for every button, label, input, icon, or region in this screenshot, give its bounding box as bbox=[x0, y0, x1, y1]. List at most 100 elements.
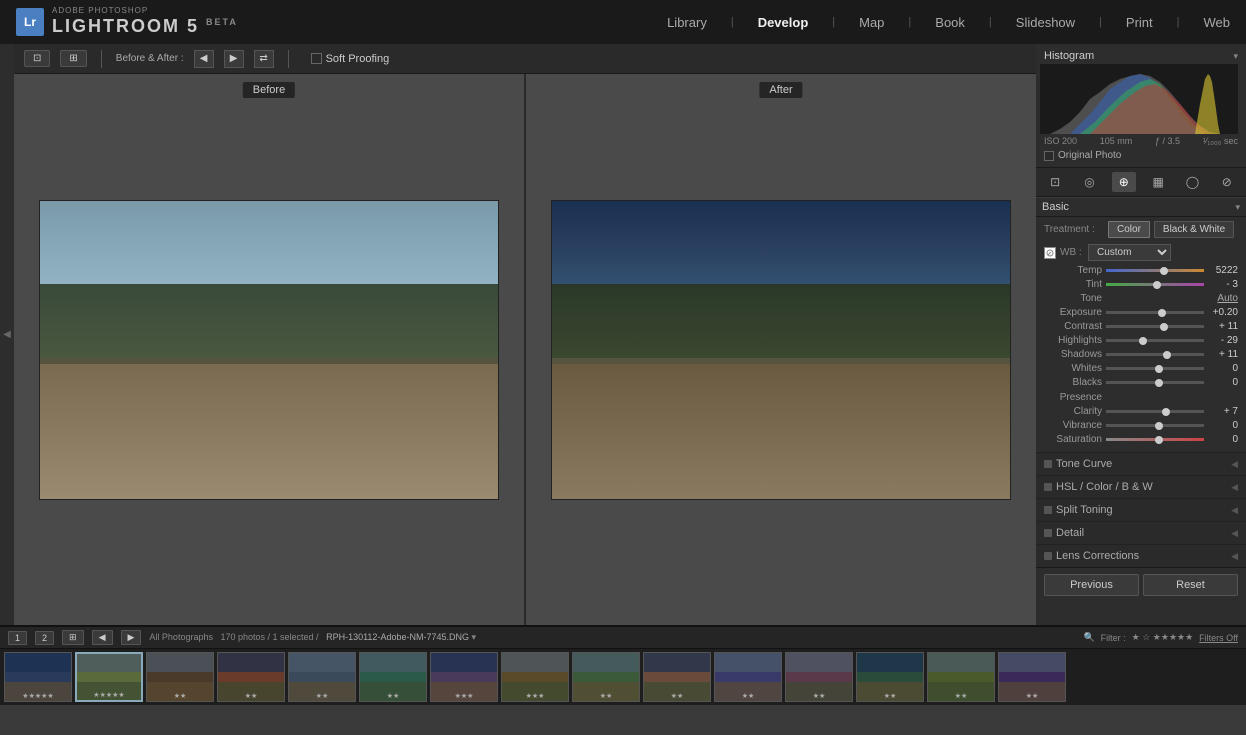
left-panel[interactable]: ◀ bbox=[0, 44, 14, 625]
filmstrip-view2-btn[interactable]: 2 bbox=[35, 631, 54, 645]
saturation-slider[interactable] bbox=[1106, 438, 1204, 441]
clarity-thumb[interactable] bbox=[1162, 408, 1170, 416]
filters-off[interactable]: Filters Off bbox=[1199, 633, 1238, 643]
highlights-slider[interactable] bbox=[1106, 339, 1204, 342]
filmstrip-thumb-3[interactable]: ★★ bbox=[217, 652, 285, 702]
filmstrip-thumb-10[interactable]: ★★ bbox=[714, 652, 782, 702]
color-btn[interactable]: Color bbox=[1108, 221, 1150, 238]
radial-filter-tool[interactable]: ◯ bbox=[1180, 172, 1204, 192]
blacks-thumb[interactable] bbox=[1155, 379, 1163, 387]
filmstrip-thumb-9[interactable]: ★★ bbox=[643, 652, 711, 702]
highlights-thumb[interactable] bbox=[1139, 337, 1147, 345]
filmstrip-thumb-12[interactable]: ★★ bbox=[856, 652, 924, 702]
bw-btn[interactable]: Black & White bbox=[1154, 221, 1234, 238]
wb-dropdown[interactable]: Custom Auto As Shot Daylight Cloudy Shad… bbox=[1088, 244, 1171, 261]
tint-thumb[interactable] bbox=[1153, 281, 1161, 289]
filename-dropdown[interactable]: ▾ bbox=[472, 632, 477, 642]
lens-corrections-section[interactable]: Lens Corrections ◀ bbox=[1036, 544, 1246, 567]
previous-btn[interactable]: Previous bbox=[1044, 574, 1139, 596]
filmstrip-thumb-1[interactable]: ★★★★★ bbox=[75, 652, 143, 702]
detail-toggle[interactable] bbox=[1044, 529, 1052, 537]
adjustment-brush-tool[interactable]: ⊘ bbox=[1215, 172, 1239, 192]
vibrance-thumb[interactable] bbox=[1155, 422, 1163, 430]
filmstrip-thumb-5[interactable]: ★★ bbox=[359, 652, 427, 702]
hsl-section[interactable]: HSL / Color / B & W ◀ bbox=[1036, 475, 1246, 498]
tone-curve-toggle[interactable] bbox=[1044, 460, 1052, 468]
reset-btn[interactable]: Reset bbox=[1143, 574, 1238, 596]
nav-develop[interactable]: Develop bbox=[758, 11, 809, 34]
crop-tool[interactable]: ⊡ bbox=[1043, 172, 1067, 192]
detail-section[interactable]: Detail ◀ bbox=[1036, 521, 1246, 544]
hsl-arrow: ◀ bbox=[1231, 482, 1238, 493]
all-photographs-label[interactable]: All Photographs bbox=[149, 632, 213, 642]
nav-map[interactable]: Map bbox=[859, 11, 884, 34]
thumb-stars-1: ★★★★★ bbox=[77, 691, 141, 699]
whites-slider[interactable] bbox=[1106, 367, 1204, 370]
hsl-toggle[interactable] bbox=[1044, 483, 1052, 491]
highlights-value: - 29 bbox=[1208, 335, 1238, 346]
soft-proofing-checkbox[interactable] bbox=[311, 53, 322, 64]
filmstrip-thumb-14[interactable]: ★★ bbox=[998, 652, 1066, 702]
nav-web[interactable]: Web bbox=[1204, 11, 1231, 34]
before-after-right-btn[interactable]: ▶ bbox=[224, 50, 244, 68]
vibrance-slider[interactable] bbox=[1106, 424, 1204, 427]
contrast-thumb[interactable] bbox=[1160, 323, 1168, 331]
histogram-collapse-arrow[interactable]: ▾ bbox=[1233, 51, 1238, 62]
histogram-info: ISO 200 105 mm ƒ / 3.5 ¹⁄₁₀₀₀ sec bbox=[1040, 134, 1242, 148]
temp-thumb[interactable] bbox=[1160, 267, 1168, 275]
nav-library[interactable]: Library bbox=[667, 11, 707, 34]
original-photo-checkbox[interactable] bbox=[1044, 151, 1054, 161]
shadows-thumb[interactable] bbox=[1163, 351, 1171, 359]
view-single-btn[interactable]: ⊡ bbox=[24, 50, 50, 67]
filmstrip-view1-btn[interactable]: 1 bbox=[8, 631, 27, 645]
view-grid-btn[interactable]: ⊞ bbox=[60, 50, 86, 67]
saturation-thumb[interactable] bbox=[1155, 436, 1163, 444]
filmstrip-thumb-8[interactable]: ★★ bbox=[572, 652, 640, 702]
filmstrip-prev-btn[interactable]: ◀ bbox=[92, 630, 113, 645]
presence-header-row: Presence bbox=[1044, 392, 1238, 403]
graduated-filter-tool[interactable]: ▦ bbox=[1146, 172, 1170, 192]
basic-section-header[interactable]: Basic ▾ bbox=[1036, 197, 1246, 217]
thumb-stars-5: ★★ bbox=[360, 692, 426, 700]
filmstrip-thumb-6[interactable]: ★★★ bbox=[430, 652, 498, 702]
tint-slider[interactable] bbox=[1106, 283, 1204, 286]
filmstrip-grid-btn[interactable]: ⊞ bbox=[62, 630, 84, 645]
vibrance-value: 0 bbox=[1208, 420, 1238, 431]
wb-row: WB : Custom Auto As Shot Daylight Cloudy… bbox=[1044, 244, 1238, 261]
filmstrip-thumb-7[interactable]: ★★★ bbox=[501, 652, 569, 702]
tone-curve-section[interactable]: Tone Curve ◀ bbox=[1036, 452, 1246, 475]
filmstrip-thumb-13[interactable]: ★★ bbox=[927, 652, 995, 702]
whites-thumb[interactable] bbox=[1155, 365, 1163, 373]
redeye-tool[interactable]: ⊕ bbox=[1112, 172, 1136, 192]
before-after-swap-btn[interactable]: ⇄ bbox=[254, 50, 274, 68]
treatment-label: Treatment : bbox=[1044, 224, 1104, 235]
contrast-slider[interactable] bbox=[1106, 325, 1204, 328]
shadows-slider[interactable] bbox=[1106, 353, 1204, 356]
nav-slideshow[interactable]: Slideshow bbox=[1016, 11, 1075, 34]
split-toning-section[interactable]: Split Toning ◀ bbox=[1036, 498, 1246, 521]
nav-book[interactable]: Book bbox=[935, 11, 965, 34]
exposure-slider[interactable] bbox=[1106, 311, 1204, 314]
filmstrip-thumb-2[interactable]: ★★ bbox=[146, 652, 214, 702]
exposure-thumb[interactable] bbox=[1158, 309, 1166, 317]
nav-print[interactable]: Print bbox=[1126, 11, 1153, 34]
logo-area: Lr ADOBE PHOTOSHOP LIGHTROOM 5 BETA bbox=[16, 6, 238, 37]
before-after-left-btn[interactable]: ◀ bbox=[194, 50, 214, 68]
wb-eyedropper[interactable] bbox=[1044, 247, 1056, 259]
thumb-stars-11: ★★ bbox=[786, 692, 852, 700]
auto-tone-btn[interactable]: Auto bbox=[1217, 293, 1238, 304]
filename: RPH-130112-Adobe-NM-7745.DNG bbox=[326, 632, 469, 642]
split-toning-toggle[interactable] bbox=[1044, 506, 1052, 514]
thumb-stars-0: ★★★★★ bbox=[5, 692, 71, 700]
filmstrip-next-btn[interactable]: ▶ bbox=[121, 630, 142, 645]
before-panel: Before bbox=[14, 74, 526, 625]
filmstrip-thumb-4[interactable]: ★★ bbox=[288, 652, 356, 702]
filmstrip-thumb-0[interactable]: ★★★★★ bbox=[4, 652, 72, 702]
aperture-value: ƒ / 3.5 bbox=[1155, 136, 1180, 146]
lens-corrections-toggle[interactable] bbox=[1044, 552, 1052, 560]
spot-removal-tool[interactable]: ◎ bbox=[1077, 172, 1101, 192]
temp-slider[interactable] bbox=[1106, 269, 1204, 272]
blacks-slider[interactable] bbox=[1106, 381, 1204, 384]
filmstrip-thumb-11[interactable]: ★★ bbox=[785, 652, 853, 702]
clarity-slider[interactable] bbox=[1106, 410, 1204, 413]
